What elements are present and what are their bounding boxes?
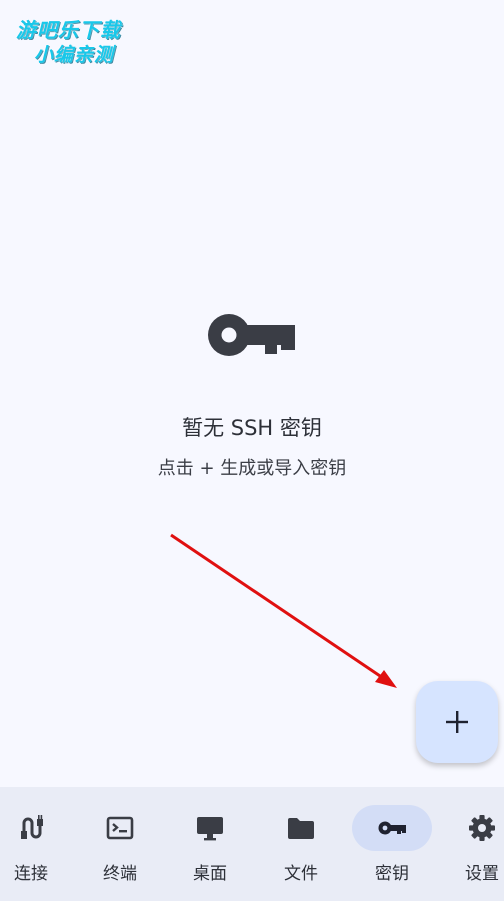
watermark-line2: 小编亲测 bbox=[34, 44, 115, 66]
plus-icon bbox=[446, 711, 468, 733]
folder-icon bbox=[288, 818, 314, 839]
empty-title: 暂无 SSH 密钥 bbox=[182, 416, 322, 440]
empty-subtitle: 点击 + 生成或导入密钥 bbox=[157, 458, 347, 479]
nav-item-connect[interactable]: 连接 bbox=[0, 787, 76, 901]
nav-item-settings[interactable]: 设置 bbox=[437, 787, 504, 901]
nav-label-terminal: 终端 bbox=[103, 864, 137, 884]
nav-label-files: 文件 bbox=[284, 864, 318, 884]
watermark-line1: 游吧乐下载 bbox=[16, 18, 121, 42]
nav-item-desktop[interactable]: 桌面 bbox=[165, 787, 255, 901]
watermark-logo: 游吧乐下载 小编亲测 bbox=[14, 10, 154, 70]
terminal-icon bbox=[106, 816, 134, 840]
nav-label-desktop: 桌面 bbox=[193, 864, 227, 884]
nav-item-files[interactable]: 文件 bbox=[256, 787, 346, 901]
nav-label-keys: 密钥 bbox=[375, 864, 409, 884]
bottom-nav: 连接 终端 桌面 文件 密钥 设置 bbox=[0, 787, 504, 901]
add-key-button[interactable] bbox=[416, 681, 498, 763]
key-icon bbox=[208, 314, 295, 356]
gear-icon bbox=[469, 815, 495, 841]
plug-icon bbox=[21, 815, 43, 839]
key-icon bbox=[378, 821, 406, 835]
nav-item-keys[interactable]: 密钥 bbox=[347, 787, 437, 901]
monitor-icon bbox=[197, 817, 223, 841]
nav-label-connect: 连接 bbox=[14, 864, 48, 884]
empty-state: 暂无 SSH 密钥 点击 + 生成或导入密钥 bbox=[0, 310, 504, 480]
nav-label-settings: 设置 bbox=[465, 864, 499, 884]
nav-item-terminal[interactable]: 终端 bbox=[75, 787, 165, 901]
